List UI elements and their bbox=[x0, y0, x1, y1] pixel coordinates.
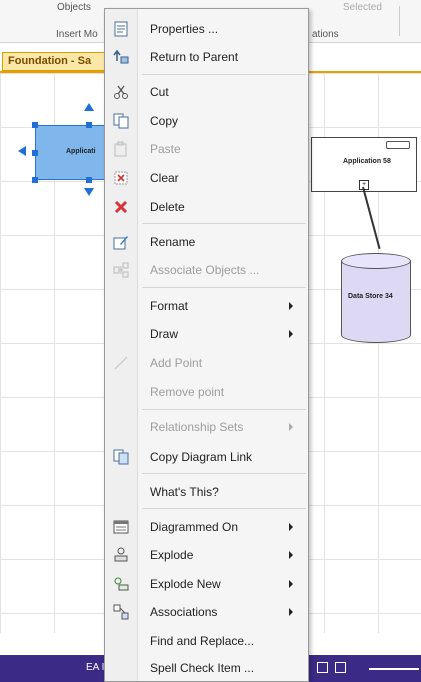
menu-item-associate-objects: Associate Objects ... bbox=[105, 257, 308, 283]
menu-item-label: Remove point bbox=[150, 385, 225, 399]
menu-item-delete[interactable]: Delete bbox=[105, 194, 308, 220]
menu-item-label: Cut bbox=[150, 85, 169, 99]
explode-new-icon bbox=[113, 576, 129, 592]
datastore-top bbox=[341, 253, 411, 269]
menu-separator bbox=[142, 223, 306, 224]
rename-icon bbox=[113, 234, 129, 250]
menu-item-relationship-sets: Relationship Sets bbox=[105, 414, 308, 440]
menu-item-label: Find and Replace... bbox=[150, 634, 255, 648]
menu-item-label: Return to Parent bbox=[150, 50, 239, 64]
diagram-tab[interactable]: Foundation - Sa bbox=[2, 52, 106, 71]
scissors-icon bbox=[113, 84, 129, 100]
ribbon-relations-label[interactable]: ations bbox=[312, 29, 339, 40]
associations-icon bbox=[113, 604, 129, 620]
menu-item-label: Explode New bbox=[150, 577, 221, 591]
delete-x-icon bbox=[113, 199, 129, 215]
submenu-arrow-icon bbox=[289, 423, 293, 431]
menu-item-spell-check[interactable]: Spell Check Item ... bbox=[105, 655, 308, 681]
selection-handle[interactable] bbox=[32, 177, 38, 183]
submenu-arrow-icon bbox=[289, 580, 293, 588]
menu-item-add-point: Add Point bbox=[105, 350, 308, 376]
menu-item-associations[interactable]: Associations bbox=[105, 599, 308, 625]
menu-item-explode[interactable]: Explode bbox=[105, 542, 308, 568]
submenu-arrow-icon bbox=[289, 551, 293, 559]
ribbon-selected-label: Selected bbox=[343, 2, 382, 13]
line-icon bbox=[113, 355, 129, 371]
ribbon-divider bbox=[399, 6, 400, 36]
menu-item-explode-new[interactable]: Explode New bbox=[105, 571, 308, 597]
menu-separator bbox=[142, 508, 306, 509]
submenu-arrow-icon bbox=[289, 523, 293, 531]
menu-item-label: Spell Check Item ... bbox=[150, 661, 255, 675]
statusbar-label: EA I bbox=[86, 662, 105, 673]
return-parent-icon bbox=[113, 49, 129, 65]
datastore-label: Data Store 34 bbox=[348, 293, 393, 300]
menu-item-remove-point: Remove point bbox=[105, 379, 308, 405]
copy-icon bbox=[113, 113, 129, 129]
fit-page-icon[interactable] bbox=[335, 662, 346, 673]
clear-icon bbox=[113, 170, 129, 186]
menu-item-label: Explode bbox=[150, 548, 194, 562]
menu-item-rename[interactable]: Rename bbox=[105, 229, 308, 255]
selected-element-label: Applicati bbox=[66, 148, 96, 155]
component-icon bbox=[386, 141, 410, 149]
application-58-element[interactable]: Application 58 + bbox=[311, 137, 417, 192]
menu-item-label: Delete bbox=[150, 200, 185, 214]
menu-item-cut[interactable]: Cut bbox=[105, 79, 308, 105]
menu-item-diagrammed-on[interactable]: Diagrammed On bbox=[105, 514, 308, 540]
ribbon-objects-label: Objects bbox=[57, 2, 91, 13]
context-menu: Properties ... Return to Parent Cut Copy… bbox=[104, 8, 309, 682]
menu-item-label: Diagrammed On bbox=[150, 520, 239, 534]
resize-down-arrow-icon[interactable] bbox=[84, 188, 94, 196]
application-58-label: Application 58 bbox=[343, 158, 391, 165]
copy-link-icon bbox=[113, 449, 129, 465]
view-mode-icon[interactable] bbox=[317, 662, 328, 673]
selection-handle[interactable] bbox=[32, 122, 38, 128]
menu-item-label: Copy bbox=[150, 114, 179, 128]
menu-item-label: Associations bbox=[150, 605, 218, 619]
menu-item-format[interactable]: Format bbox=[105, 293, 308, 319]
menu-separator bbox=[142, 409, 306, 410]
ribbon-insert-label[interactable]: Insert Mo bbox=[56, 29, 98, 40]
menu-item-draw[interactable]: Draw bbox=[105, 321, 308, 347]
selection-handle[interactable] bbox=[32, 150, 38, 156]
menu-item-find-and-replace[interactable]: Find and Replace... bbox=[105, 628, 308, 654]
menu-item-label: Relationship Sets bbox=[150, 420, 244, 434]
submenu-arrow-icon bbox=[289, 302, 293, 310]
menu-item-label: Add Point bbox=[150, 356, 203, 370]
paste-icon bbox=[113, 141, 129, 157]
selection-handle[interactable] bbox=[86, 122, 92, 128]
menu-item-label: Format bbox=[150, 299, 189, 313]
menu-separator bbox=[142, 287, 306, 288]
menu-item-label: Paste bbox=[150, 142, 181, 156]
resize-left-arrow-icon[interactable] bbox=[18, 146, 26, 156]
data-store-element[interactable]: Data Store 34 bbox=[341, 253, 411, 343]
selection-handle[interactable] bbox=[86, 177, 92, 183]
properties-icon bbox=[113, 21, 129, 37]
explode-icon bbox=[113, 547, 129, 563]
menu-item-properties[interactable]: Properties ... bbox=[105, 16, 308, 42]
menu-item-clear[interactable]: Clear bbox=[105, 165, 308, 191]
menu-separator bbox=[142, 74, 306, 75]
menu-separator bbox=[142, 473, 306, 474]
selected-application-element[interactable]: Applicati bbox=[35, 125, 107, 180]
menu-item-label: Clear bbox=[150, 171, 179, 185]
menu-item-paste: Paste bbox=[105, 136, 308, 162]
menu-item-label: What's This? bbox=[150, 485, 219, 499]
diagram-icon bbox=[113, 519, 129, 535]
menu-item-label: Draw bbox=[150, 327, 179, 341]
menu-item-return-to-parent[interactable]: Return to Parent bbox=[105, 44, 308, 70]
menu-item-whats-this[interactable]: What's This? bbox=[105, 479, 308, 505]
menu-item-label: Copy Diagram Link bbox=[150, 450, 253, 464]
submenu-arrow-icon bbox=[289, 608, 293, 616]
zoom-slider[interactable] bbox=[369, 668, 419, 670]
menu-item-label: Rename bbox=[150, 235, 196, 249]
associate-icon bbox=[113, 262, 129, 278]
menu-item-copy[interactable]: Copy bbox=[105, 108, 308, 134]
menu-item-copy-diagram-link[interactable]: Copy Diagram Link bbox=[105, 444, 308, 470]
menu-item-label: Properties ... bbox=[150, 22, 219, 36]
submenu-arrow-icon bbox=[289, 330, 293, 338]
menu-item-label: Associate Objects ... bbox=[150, 263, 260, 277]
resize-up-arrow-icon[interactable] bbox=[84, 103, 94, 111]
